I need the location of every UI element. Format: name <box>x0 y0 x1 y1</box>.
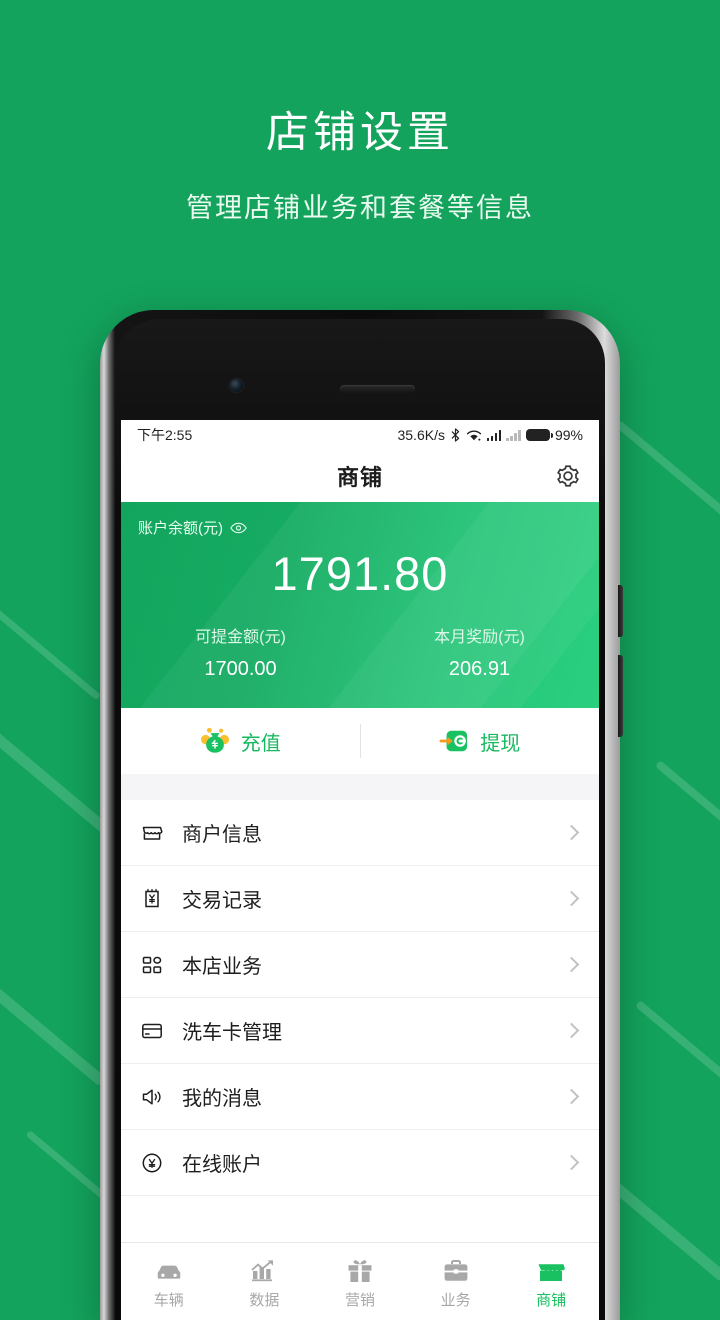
status-indicators: 35.6K/s 99% <box>397 427 583 443</box>
promo-text-block: 店铺设置 管理店铺业务和套餐等信息 <box>0 0 720 225</box>
front-camera-icon <box>230 379 243 392</box>
phone-screen: 下午2:55 35.6K/s 99% 商铺 账户余额(元) 1791.80 可提… <box>121 420 599 1320</box>
bluetooth-icon <box>451 428 460 442</box>
menu-item-label: 本店业务 <box>182 956 262 978</box>
menu-item-label: 在线账户 <box>182 1154 262 1176</box>
menu-item-merchant-info[interactable]: 商户信息 <box>121 800 599 866</box>
briefcase-icon <box>442 1254 470 1284</box>
chevron-right-icon <box>563 1022 580 1039</box>
chevron-right-icon <box>563 1154 580 1171</box>
wallet-withdraw-icon <box>439 730 468 752</box>
earpiece-speaker <box>340 385 415 393</box>
balance-label-row: 账户余额(元) <box>121 502 599 538</box>
tab-business[interactable]: 业务 <box>408 1243 504 1320</box>
network-speed-text: 35.6K/s <box>397 427 445 443</box>
eye-icon[interactable] <box>230 522 247 534</box>
car-icon <box>154 1254 184 1284</box>
recharge-label: 充值 <box>240 732 281 755</box>
tab-store[interactable]: 商铺 <box>503 1243 599 1320</box>
withdraw-button[interactable]: 提现 <box>361 727 600 756</box>
tab-label: 车辆 <box>153 1291 184 1309</box>
stat-value: 206.91 <box>448 658 511 680</box>
tab-label: 营销 <box>344 1291 375 1309</box>
grid-icon <box>139 952 165 978</box>
yen-circle-icon <box>139 1150 165 1176</box>
page-title: 商铺 <box>336 465 383 490</box>
tab-vehicles[interactable]: 车辆 <box>121 1243 217 1320</box>
speaker-icon <box>139 1084 165 1110</box>
battery-icon <box>525 429 553 441</box>
tab-label: 数据 <box>249 1291 280 1309</box>
withdraw-label: 提现 <box>480 732 521 755</box>
signal-bars-icon <box>486 429 502 441</box>
app-title-bar: 商铺 <box>121 450 599 502</box>
promo-subtitle: 管理店铺业务和套餐等信息 <box>186 192 534 223</box>
card-icon <box>139 1018 165 1044</box>
status-time: 下午2:55 <box>137 427 193 443</box>
recharge-button[interactable]: 充值 <box>121 727 360 756</box>
chevron-right-icon <box>563 890 580 907</box>
bg-stripe <box>0 560 101 701</box>
status-bar: 下午2:55 35.6K/s 99% <box>121 420 599 450</box>
gear-icon[interactable] <box>555 463 581 489</box>
battery-level-text: 99% <box>554 427 583 443</box>
bg-stripe <box>0 700 114 837</box>
stat-value: 1700.00 <box>204 658 277 680</box>
volume-up-button[interactable] <box>618 585 623 637</box>
promo-title: 店铺设置 <box>266 109 454 157</box>
stat-label: 本月奖励(元) <box>434 629 525 646</box>
chevron-right-icon <box>563 1088 580 1105</box>
tab-marketing[interactable]: 营销 <box>312 1243 408 1320</box>
chart-icon <box>249 1254 279 1284</box>
chevron-right-icon <box>563 824 580 841</box>
section-spacer <box>121 774 599 800</box>
phone-mockup: 下午2:55 35.6K/s 99% 商铺 账户余额(元) 1791.80 可提… <box>100 310 623 1320</box>
wifi-icon <box>466 430 482 441</box>
tab-label: 业务 <box>440 1291 471 1309</box>
bg-stripe <box>614 420 720 549</box>
balance-stat: 可提金额(元) 1700.00 <box>121 623 360 681</box>
stat-label: 可提金额(元) <box>195 629 286 646</box>
tab-data[interactable]: 数据 <box>217 1243 313 1320</box>
signal-bars-off-icon <box>506 429 521 441</box>
store-filled-icon <box>536 1254 566 1284</box>
menu-item-my-messages[interactable]: 我的消息 <box>121 1064 599 1130</box>
bg-stripe <box>602 1175 720 1280</box>
menu-item-label: 我的消息 <box>182 1088 262 1110</box>
menu-item-store-services[interactable]: 本店业务 <box>121 932 599 998</box>
menu-item-online-account[interactable]: 在线账户 <box>121 1130 599 1196</box>
store-icon <box>139 820 165 846</box>
account-action-row: 充值 提现 <box>121 708 599 774</box>
bg-stripe <box>0 930 107 1087</box>
balance-amount: 1791.80 <box>271 547 449 600</box>
balance-stats-row: 可提金额(元) 1700.00 本月奖励(元) 206.91 <box>121 623 599 681</box>
menu-item-transaction-records[interactable]: 交易记录 <box>121 866 599 932</box>
chevron-right-icon <box>563 956 580 973</box>
bg-stripe <box>634 1000 720 1154</box>
menu-item-label: 交易记录 <box>182 890 262 912</box>
volume-down-button[interactable] <box>618 655 623 737</box>
bottom-tab-bar: 车辆 数据 营销 业务 商铺 <box>121 1242 599 1320</box>
receipt-yen-icon <box>139 886 165 912</box>
bg-stripe <box>654 760 720 844</box>
tab-label: 商铺 <box>536 1291 567 1309</box>
account-balance-card: 账户余额(元) 1791.80 可提金额(元) 1700.00 本月奖励(元) … <box>121 502 599 708</box>
menu-item-wash-card-management[interactable]: 洗车卡管理 <box>121 998 599 1064</box>
gift-icon <box>346 1254 374 1284</box>
balance-label: 账户余额(元) <box>138 520 223 537</box>
menu-item-label: 商户信息 <box>182 824 262 846</box>
settings-menu-list: 商户信息 交易记录 本店业务 洗车卡管理 我的消息 在线账户 <box>121 800 599 1196</box>
menu-item-label: 洗车卡管理 <box>182 1022 282 1044</box>
balance-stat: 本月奖励(元) 206.91 <box>360 623 599 681</box>
money-bag-icon <box>200 727 229 753</box>
